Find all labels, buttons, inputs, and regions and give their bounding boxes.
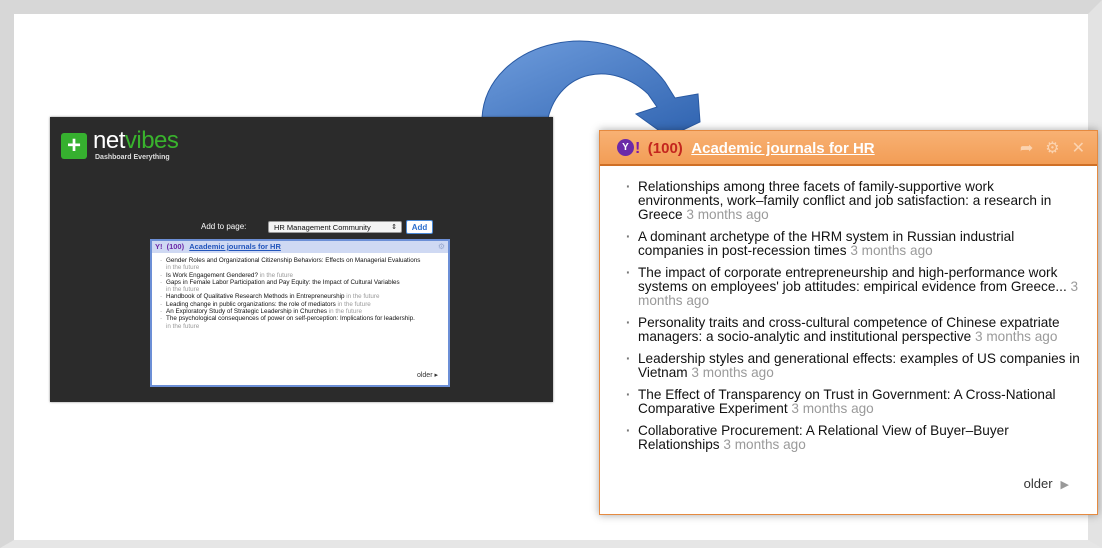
item-count: (100): [647, 140, 683, 158]
add-button[interactable]: Add: [406, 220, 433, 234]
widget-title-link[interactable]: Academic journals for HR: [691, 140, 874, 157]
gear-icon[interactable]: ⚙: [438, 241, 445, 253]
list-item[interactable]: Is Work Engagement Gendered? in the futu…: [159, 272, 442, 280]
list-item[interactable]: The psychological consequences of power …: [159, 315, 442, 330]
select-arrow-icon: ⇕: [391, 224, 397, 231]
gear-icon[interactable]: ⚙: [1045, 140, 1059, 157]
feed-item[interactable]: The impact of corporate entrepreneurship…: [626, 266, 1083, 308]
widget-title-link[interactable]: Academic journals for HR: [189, 242, 281, 251]
yahoo-icon: Y!: [155, 242, 163, 251]
netvibes-screenshot: + netvibes Dashboard Everything Add to p…: [50, 117, 553, 402]
yahoo-icon: Y: [617, 138, 634, 156]
netvibes-logo[interactable]: netvibes: [93, 128, 179, 154]
netvibes-tagline: Dashboard Everything: [95, 154, 170, 161]
feed-item[interactable]: Personality traits and cross-cultural co…: [626, 316, 1083, 344]
list-item[interactable]: Gender Roles and Organizational Citizens…: [159, 257, 442, 272]
feed-item[interactable]: Relationships among three facets of fami…: [626, 180, 1083, 222]
share-icon[interactable]: ➦: [1020, 140, 1033, 157]
older-link[interactable]: older ▸: [417, 371, 438, 379]
add-to-page-label: Add to page:: [201, 222, 247, 231]
feed-item[interactable]: Leadership styles and generational effec…: [626, 352, 1083, 380]
journals-widget: Y! (100) Academic journals for HR ➦ ⚙ ✕ Re…: [599, 130, 1098, 515]
list-item[interactable]: Handbook of Qualitative Research Methods…: [159, 293, 442, 301]
preview-widget-header: Y! (100) Academic journals for HR ⚙: [152, 241, 448, 253]
feed-item[interactable]: The Effect of Transparency on Trust in G…: [626, 388, 1083, 416]
close-icon[interactable]: ✕: [1072, 140, 1085, 157]
preview-item-list: Gender Roles and Organizational Citizens…: [152, 257, 448, 330]
widget-header: Y! (100) Academic journals for HR ➦ ⚙ ✕: [600, 131, 1097, 166]
list-item[interactable]: Leading change in public organizations: …: [159, 301, 442, 309]
yahoo-exclaim-icon: !: [635, 140, 641, 158]
feed-item-list: Relationships among three facets of fami…: [600, 180, 1097, 452]
page-select[interactable]: HR Management Community ⇕: [268, 221, 402, 233]
item-count: (100): [166, 242, 185, 251]
netvibes-plus-icon: +: [61, 133, 87, 159]
preview-widget: Y! (100) Academic journals for HR ⚙ Gend…: [150, 239, 450, 387]
widget-controls: ➦ ⚙ ✕: [1008, 131, 1085, 166]
list-item[interactable]: An Exploratory Study of Strategic Leader…: [159, 308, 442, 316]
feed-item[interactable]: A dominant archetype of the HRM system i…: [626, 230, 1083, 258]
chevron-right-icon: ▶: [1060, 479, 1069, 491]
older-link[interactable]: older ▶: [1024, 476, 1069, 491]
feed-item[interactable]: Collaborative Procurement: A Relational …: [626, 424, 1083, 452]
list-item[interactable]: Gaps in Female Labor Participation and P…: [159, 279, 442, 294]
